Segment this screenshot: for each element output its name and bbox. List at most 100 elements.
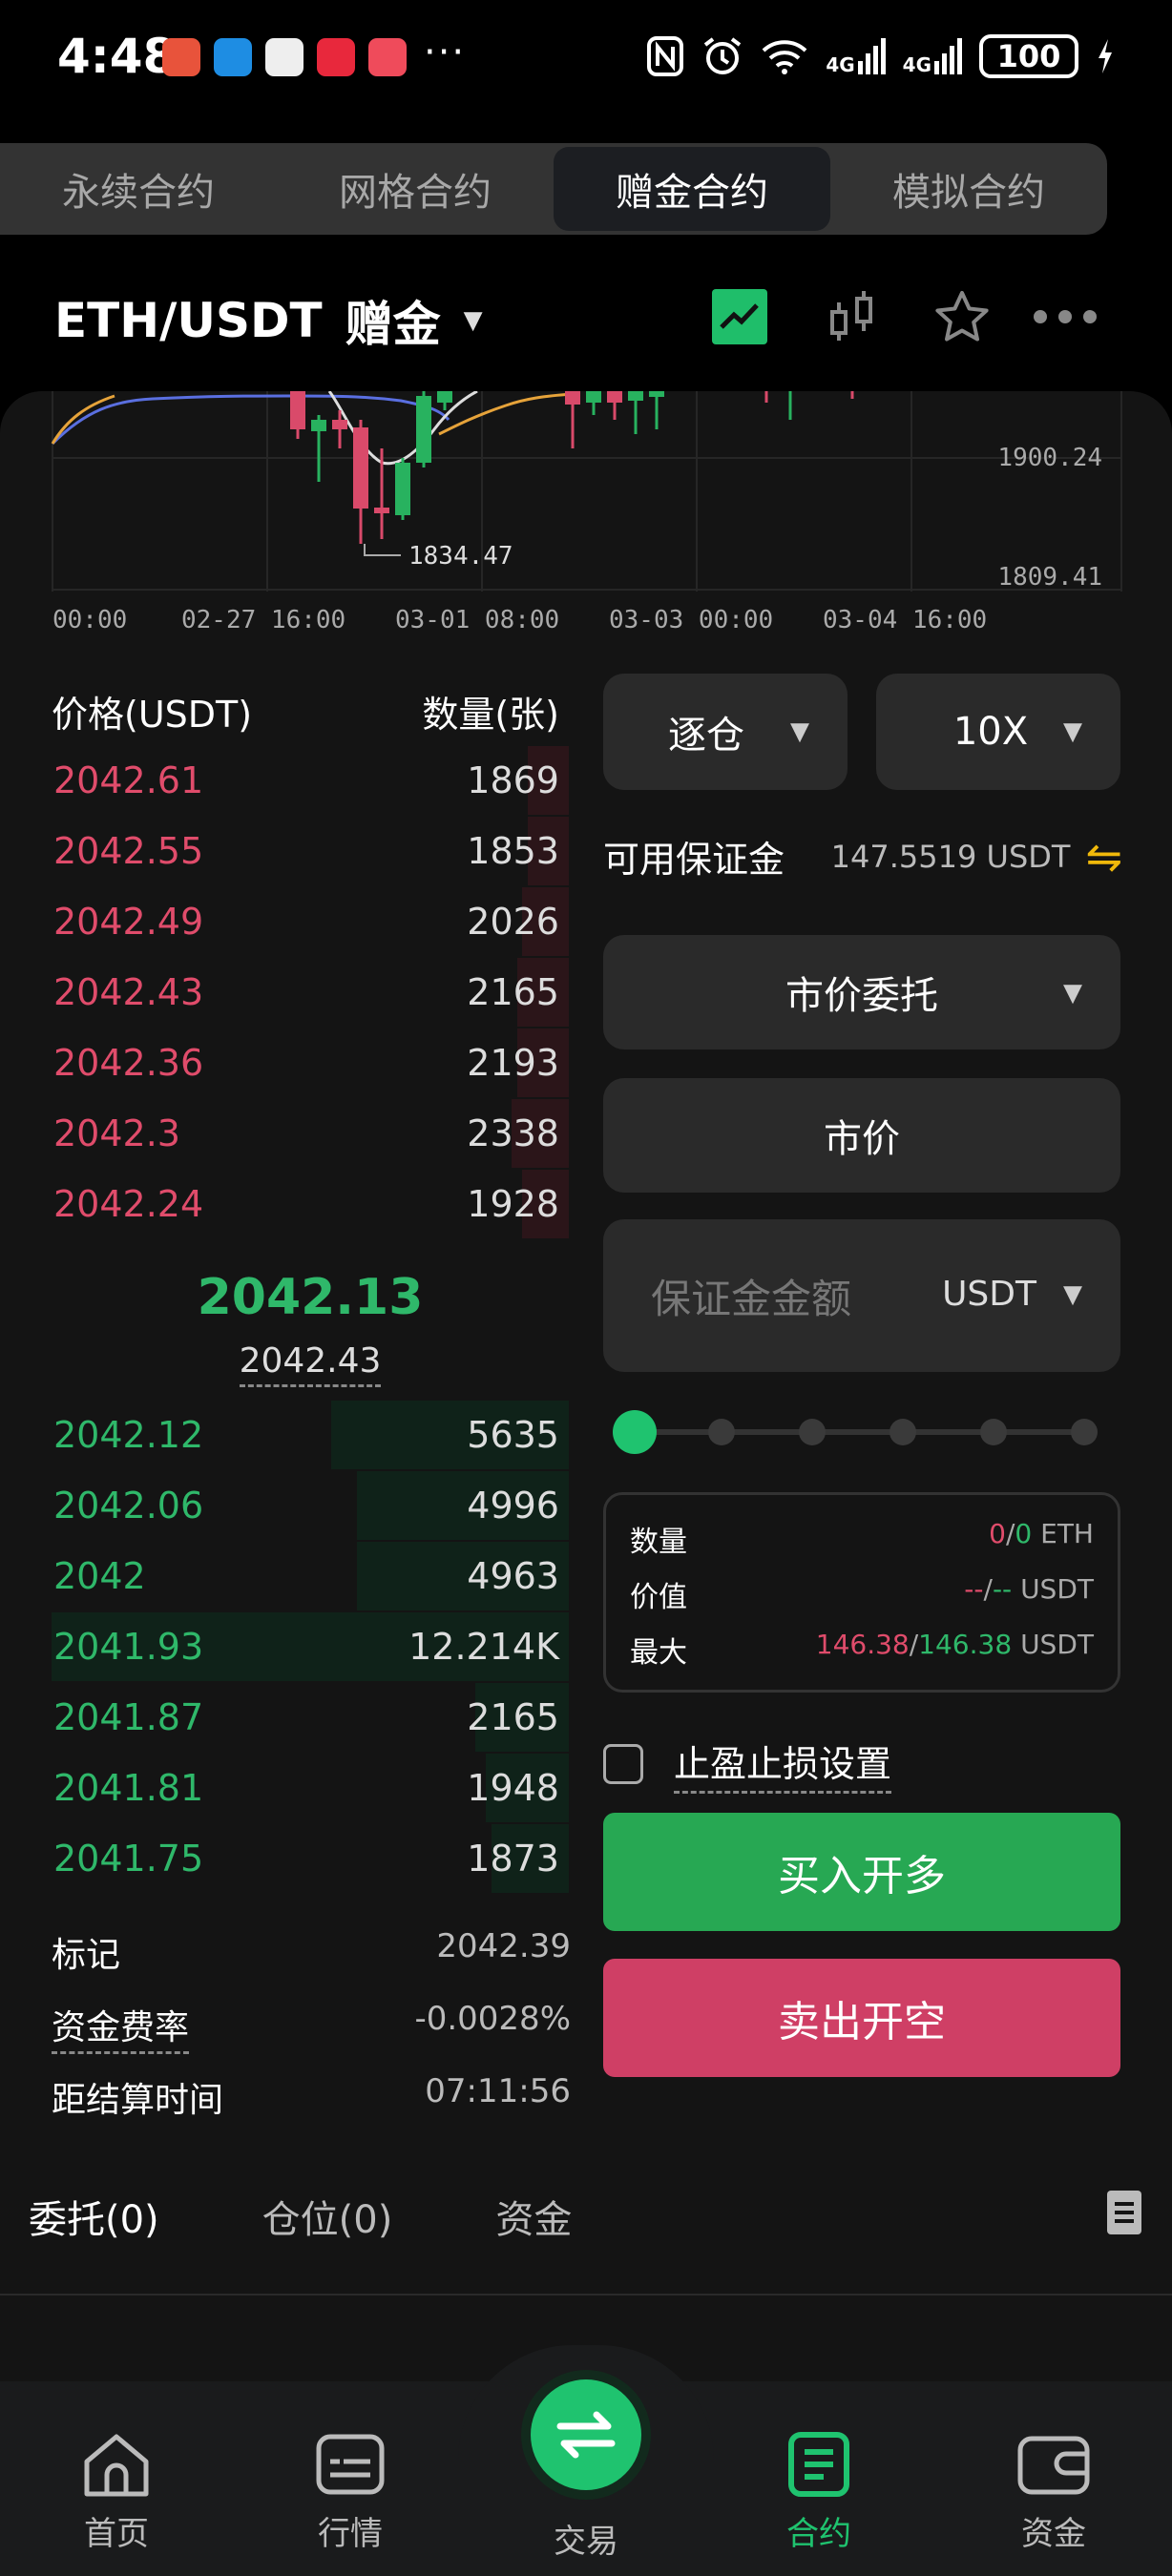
positions-tabs: 委托(0) 仓位(0) 资金 [29,2189,1143,2244]
ask-row[interactable]: 2042.43 2165 [52,958,569,1027]
bid-row[interactable]: 2042.06 4996 [52,1471,569,1540]
bid-qty: 4996 [467,1485,559,1527]
chart-time-label-2: 02-27 16:00 [181,606,345,634]
ask-price: 2042.43 [53,971,204,1013]
qty-column-header: 数量(张) [422,694,559,736]
nav-home-label: 首页 [84,2515,149,2553]
caret-down-icon: ▼ [790,717,809,746]
ask-row[interactable]: 2042.3 2338 [52,1099,569,1168]
price-chart[interactable]: 1834.47 1900.24 1809.41 00:00 02-27 16:0… [0,391,1172,639]
nav-home[interactable]: 首页 [50,2431,183,2554]
nav-contract-label: 合约 [786,2515,851,2553]
tab-grid[interactable]: 网格合约 [277,143,554,235]
slider-stop-40[interactable] [799,1419,826,1445]
tab-funds[interactable]: 资金 [495,2189,572,2244]
alarm-icon [704,37,742,74]
tpsl-label[interactable]: 止盈止损设置 [674,1735,892,1794]
funding-rate-label: 资金费率 [52,2000,190,2054]
leverage-value: 10X [952,710,1029,754]
order-book-header: 价格(USDT) 数量(张) [52,685,559,737]
bid-row[interactable]: 2041.75 1873 [52,1824,569,1893]
bid-row[interactable]: 2041.87 2165 [52,1683,569,1752]
contract-type-tabs: 永续合约 网格合约 赠金合约 模拟合约 [0,143,1107,235]
sell-short-button[interactable]: 卖出开空 [603,1959,1120,2077]
nav-trade[interactable] [531,2379,641,2490]
slider-stop-20[interactable] [708,1419,735,1445]
tab-bonus[interactable]: 赠金合约 [554,147,830,231]
pair-selector[interactable]: ETH/USDT 赠金 ▼ [54,286,483,355]
status-time: 4:48 [57,29,177,84]
nav-market[interactable]: 行情 [283,2431,417,2554]
wallet-icon [1017,2436,1090,2495]
last-price[interactable]: 2042.13 [52,1269,569,1326]
funding-rate-row[interactable]: 资金费率 -0.0028% [52,2000,571,2054]
summary-max-b: 146.38 [918,1629,1013,1660]
tab-demo[interactable]: 模拟合约 [830,143,1107,235]
summary-max-row: 最大 146.38/146.38 USDT [630,1629,1094,1671]
system-icons: 4G 4G 100 [646,34,1115,78]
transfer-icon[interactable]: ⇋ [1085,831,1122,883]
bid-row[interactable]: 2042 4963 [52,1542,569,1610]
bid-price: 2041.87 [53,1696,204,1738]
summary-value-b: -- [992,1573,1013,1605]
summary-max-sep: / [909,1629,919,1660]
slider-stop-80[interactable] [980,1419,1007,1445]
nav-assets[interactable]: 资金 [987,2431,1120,2554]
price-field[interactable]: 市价 [603,1078,1120,1193]
ask-price: 2042.55 [53,830,204,872]
margin-mode-select[interactable]: 逐仓 ▼ [603,674,848,790]
swap-trade-icon [556,2411,616,2459]
tpsl-checkbox[interactable] [603,1744,643,1784]
ask-price: 2042.24 [53,1183,204,1225]
qq-app-icon [265,38,303,76]
notification-icons [162,38,407,76]
leverage-select[interactable]: 10X ▼ [876,674,1120,790]
summary-value-unit: USDT [1020,1573,1094,1605]
ask-price: 2042.36 [53,1042,204,1084]
price-field-value: 市价 [824,1117,900,1161]
amount-unit-select[interactable]: USDT [942,1275,1036,1314]
network-type-2: 4G [902,53,931,76]
slider-track [632,1429,1082,1435]
summary-value-a: -- [964,1573,984,1605]
ask-row[interactable]: 2042.55 1853 [52,817,569,885]
chart-time-label-3: 03-01 08:00 [395,606,559,634]
amount-slider[interactable] [613,1410,1101,1454]
buy-long-button[interactable]: 买入开多 [603,1813,1120,1931]
slider-stop-60[interactable] [889,1419,916,1445]
mark-info-row: 标记 2042.39 [52,1927,571,1977]
chart-low-label: 1834.47 [408,542,513,571]
ask-qty: 1928 [467,1183,559,1225]
candles [290,391,854,544]
candlestick-icon[interactable] [827,289,880,344]
chart-price-level-2: 1809.41 [997,563,1102,592]
nav-contract[interactable]: 合约 [752,2431,886,2554]
bid-row[interactable]: 2041.93 12.214K [52,1612,569,1681]
slider-knob[interactable] [613,1410,657,1454]
ask-row[interactable]: 2042.49 2026 [52,887,569,956]
ask-qty: 1869 [467,759,559,801]
tpsl-setting[interactable]: 止盈止损设置 [603,1735,892,1794]
available-margin-row: 可用保证金 147.5519 USDT ⇋ [603,830,1122,883]
summary-value-sep: / [983,1573,993,1605]
slider-stop-100[interactable] [1071,1419,1098,1445]
margin-amount-input[interactable]: 保证金金额 USDT ▼ [603,1219,1120,1372]
more-options-icon[interactable] [1031,303,1099,330]
favorite-star-icon[interactable] [933,289,991,344]
tab-perpetual[interactable]: 永续合约 [0,143,277,235]
summary-max-a: 146.38 [815,1629,910,1660]
ask-row[interactable]: 2042.36 2193 [52,1028,569,1097]
bid-row[interactable]: 2041.81 1948 [52,1754,569,1822]
mark-price[interactable]: 2042.43 [52,1341,569,1387]
chart-toggle-icon[interactable] [712,289,767,344]
margin-mode-value: 逐仓 [668,714,744,758]
ask-row[interactable]: 2042.24 1928 [52,1170,569,1238]
order-type-select[interactable]: 市价委托 ▼ [603,935,1120,1049]
tab-orders[interactable]: 委托(0) [29,2189,159,2244]
order-history-icon[interactable] [1105,2189,1143,2236]
nav-trade-label[interactable]: 交易 [519,2515,653,2562]
tab-positions[interactable]: 仓位(0) [262,2189,393,2244]
ask-row[interactable]: 2042.61 1869 [52,746,569,815]
pair-name: ETH/USDT [54,293,323,348]
bid-row[interactable]: 2042.12 5635 [52,1401,569,1469]
